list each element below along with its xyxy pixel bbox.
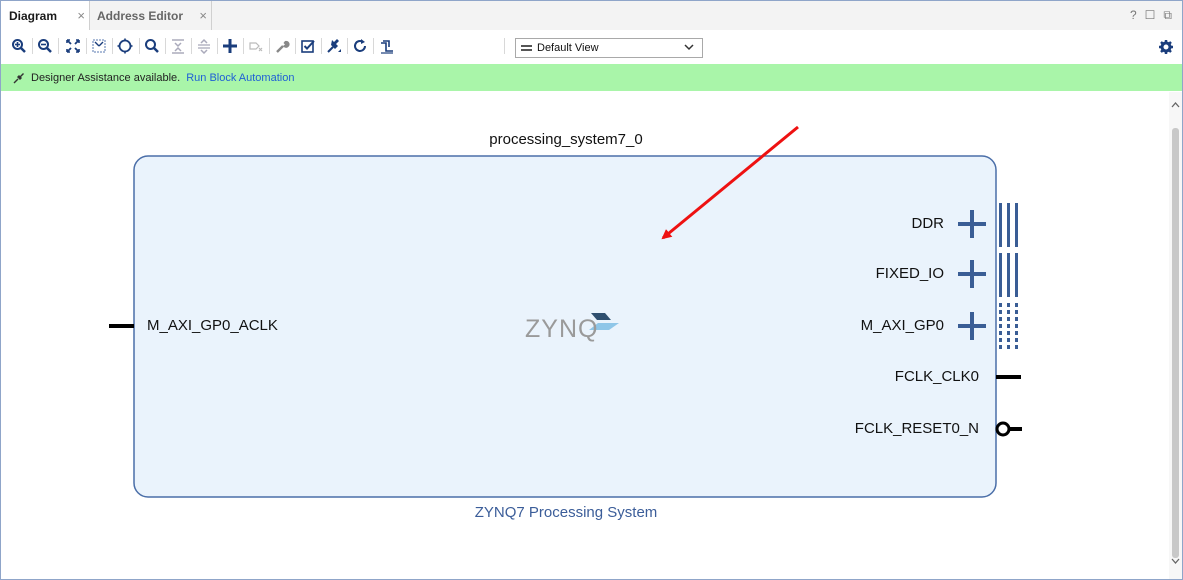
ip-type-name: ZYNQ7 Processing System — [474, 504, 658, 521]
gear-icon[interactable] — [1158, 39, 1174, 60]
maximize-icon[interactable]: ⧉ — [1163, 8, 1172, 23]
make-external-icon[interactable] — [246, 36, 266, 56]
view-select-value: Default View — [537, 42, 599, 54]
tab-address-editor-label: Address Editor — [97, 8, 184, 23]
tab-address-editor[interactable]: Address Editor × — [89, 1, 212, 30]
port-label-m-axi-gp0: M_AXI_GP0 — [860, 317, 944, 334]
ip-instance-name: processing_system7_0 — [489, 131, 643, 148]
tab-diagram-label: Diagram — [9, 8, 58, 23]
close-icon[interactable]: × — [77, 8, 85, 23]
fit-selection-icon[interactable] — [89, 36, 109, 56]
collapse-all-icon[interactable] — [168, 36, 188, 56]
fit-view-icon[interactable] — [63, 36, 83, 56]
pushpin-icon — [13, 71, 26, 84]
auto-fit-icon[interactable] — [115, 36, 135, 56]
search-icon[interactable] — [142, 36, 162, 56]
add-ip-icon[interactable] — [220, 36, 240, 56]
window-controls: ? ☐ ⧉ — [1130, 8, 1172, 23]
chevron-down-icon[interactable] — [1171, 552, 1180, 570]
view-select[interactable]: Default View — [515, 38, 703, 58]
assistance-message: Designer Assistance available. — [31, 71, 181, 84]
port-label-fclk-clk0: FCLK_CLK0 — [894, 368, 979, 385]
list-icon — [521, 45, 532, 51]
run-connection-automation-icon[interactable] — [324, 36, 344, 56]
chevron-down-icon — [684, 42, 694, 55]
zoom-out-icon[interactable] — [35, 36, 55, 56]
zoom-in-icon[interactable] — [9, 36, 29, 56]
help-icon[interactable]: ? — [1130, 8, 1137, 23]
expand-all-icon[interactable] — [194, 36, 214, 56]
port-label-ddr: DDR — [911, 215, 945, 232]
validate-design-icon[interactable] — [298, 36, 318, 56]
toolbar: Default View — [1, 30, 1182, 62]
regenerate-layout-icon[interactable] — [350, 36, 370, 56]
tab-bar: Diagram × Address Editor × ? ☐ ⧉ — [1, 1, 1182, 31]
properties-icon[interactable] — [272, 36, 292, 56]
restore-icon[interactable]: ☐ — [1145, 8, 1156, 23]
designer-assistance-bar: Designer Assistance available. Run Block… — [1, 64, 1182, 91]
run-block-automation-link[interactable]: Run Block Automation — [186, 72, 294, 84]
vertical-scrollbar[interactable] — [1169, 92, 1182, 579]
port-label-m-axi-gp0-aclk: M_AXI_GP0_ACLK — [147, 317, 278, 334]
port-label-fixed-io: FIXED_IO — [875, 265, 944, 282]
optimize-routing-icon[interactable] — [377, 36, 397, 56]
port-label-fclk-reset0-n: FCLK_RESET0_N — [854, 420, 979, 437]
zynq-logo-text: ZYNQ — [525, 315, 599, 343]
fclk-reset0-n-pin[interactable] — [995, 421, 1022, 437]
diagram-window: Diagram × Address Editor × ? ☐ ⧉ Default… — [0, 0, 1183, 580]
scrollbar-thumb[interactable] — [1172, 128, 1179, 558]
tab-diagram[interactable]: Diagram × — [1, 1, 90, 30]
chevron-up-icon[interactable] — [1171, 96, 1180, 114]
close-icon[interactable]: × — [199, 8, 207, 23]
